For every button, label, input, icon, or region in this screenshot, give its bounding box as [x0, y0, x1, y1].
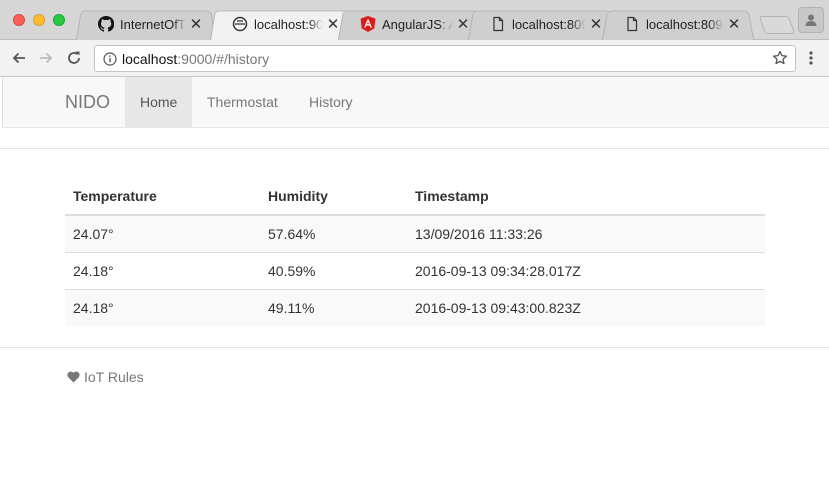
window-minimize-button[interactable]	[33, 14, 45, 26]
table-row: 24.18° 40.59% 2016-09-13 09:34:28.017Z	[65, 251, 765, 289]
tab-title: InternetOfThin	[120, 16, 186, 32]
footer-divider	[0, 347, 829, 348]
timestamp-cell: 13/09/2016 11:33:26	[407, 214, 765, 252]
tab-title: localhost:8090	[512, 16, 586, 32]
info-icon[interactable]	[102, 51, 118, 67]
forward-arrow-icon[interactable]	[36, 48, 56, 68]
browser-tab-active[interactable]: localhost:9000 ✕	[210, 8, 353, 41]
tab-title: AngularJS: AP	[382, 16, 453, 32]
url-path: :9000/#/history	[177, 50, 270, 67]
humidity-cell: 49.11%	[260, 288, 407, 326]
column-header: Humidity	[260, 178, 407, 216]
table-row: 24.07° 57.64% 13/09/2016 11:33:26	[65, 214, 765, 252]
window-zoom-button[interactable]	[53, 14, 65, 26]
nav-link-thermostat[interactable]: Thermostat	[192, 77, 293, 127]
github-icon	[98, 16, 114, 32]
nav-link-history[interactable]: History	[294, 77, 368, 127]
column-header: Temperature	[65, 178, 260, 216]
temperature-cell: 24.18°	[65, 251, 260, 289]
browser-tab[interactable]: localhost:8090 ✕	[468, 8, 616, 41]
temperature-cell: 24.18°	[65, 288, 260, 326]
url-host: localhost	[122, 50, 178, 67]
table-header-row: Temperature Humidity Timestamp	[65, 178, 765, 216]
reload-icon[interactable]	[64, 48, 84, 68]
window-close-button[interactable]	[13, 14, 25, 26]
nav-link-home[interactable]: Home	[125, 77, 193, 127]
brand-logo[interactable]: NIDO	[65, 77, 110, 127]
tab-title: localhost:9000	[254, 16, 323, 32]
tab-close-icon[interactable]: ✕	[188, 15, 204, 33]
browser-toolbar: localhost:9000/#/history	[0, 40, 829, 77]
address-bar[interactable]: localhost:9000/#/history	[94, 45, 796, 72]
browser-tab[interactable]: AngularJS: AP ✕	[338, 8, 483, 41]
divider	[0, 148, 829, 149]
tab-strip: InternetOfThin ✕ localhost:9000 ✕ Angula…	[0, 0, 829, 41]
tab-close-icon[interactable]: ✕	[726, 15, 742, 33]
timestamp-cell: 2016-09-13 09:43:00.823Z	[407, 288, 765, 326]
humidity-cell: 57.64%	[260, 214, 407, 252]
footer-text: IoT Rules	[84, 369, 144, 385]
yeoman-icon	[232, 16, 248, 32]
back-arrow-icon[interactable]	[9, 48, 29, 68]
column-header: Timestamp	[407, 178, 765, 216]
profile-icon[interactable]	[798, 7, 824, 33]
history-table: Temperature Humidity Timestamp 24.07° 57…	[65, 178, 765, 326]
new-tab-button[interactable]	[758, 16, 796, 34]
browser-menu-icon[interactable]	[803, 48, 819, 68]
timestamp-cell: 2016-09-13 09:34:28.017Z	[407, 251, 765, 289]
table-row: 24.18° 49.11% 2016-09-13 09:43:00.823Z	[65, 288, 765, 326]
temperature-cell: 24.07°	[65, 214, 260, 252]
tab-title: localhost:8090	[646, 16, 724, 32]
browser-tab[interactable]: localhost:8090 ✕	[602, 8, 754, 41]
humidity-cell: 40.59%	[260, 251, 407, 289]
site-navbar: NIDO Home Thermostat History	[2, 77, 829, 128]
heart-icon	[66, 370, 80, 384]
page-icon	[624, 16, 640, 32]
bookmark-star-icon[interactable]	[771, 49, 789, 67]
footer: IoT Rules	[66, 369, 144, 385]
page-icon	[490, 16, 506, 32]
browser-tab[interactable]: InternetOfThin ✕	[76, 8, 216, 41]
angular-icon	[360, 16, 376, 32]
